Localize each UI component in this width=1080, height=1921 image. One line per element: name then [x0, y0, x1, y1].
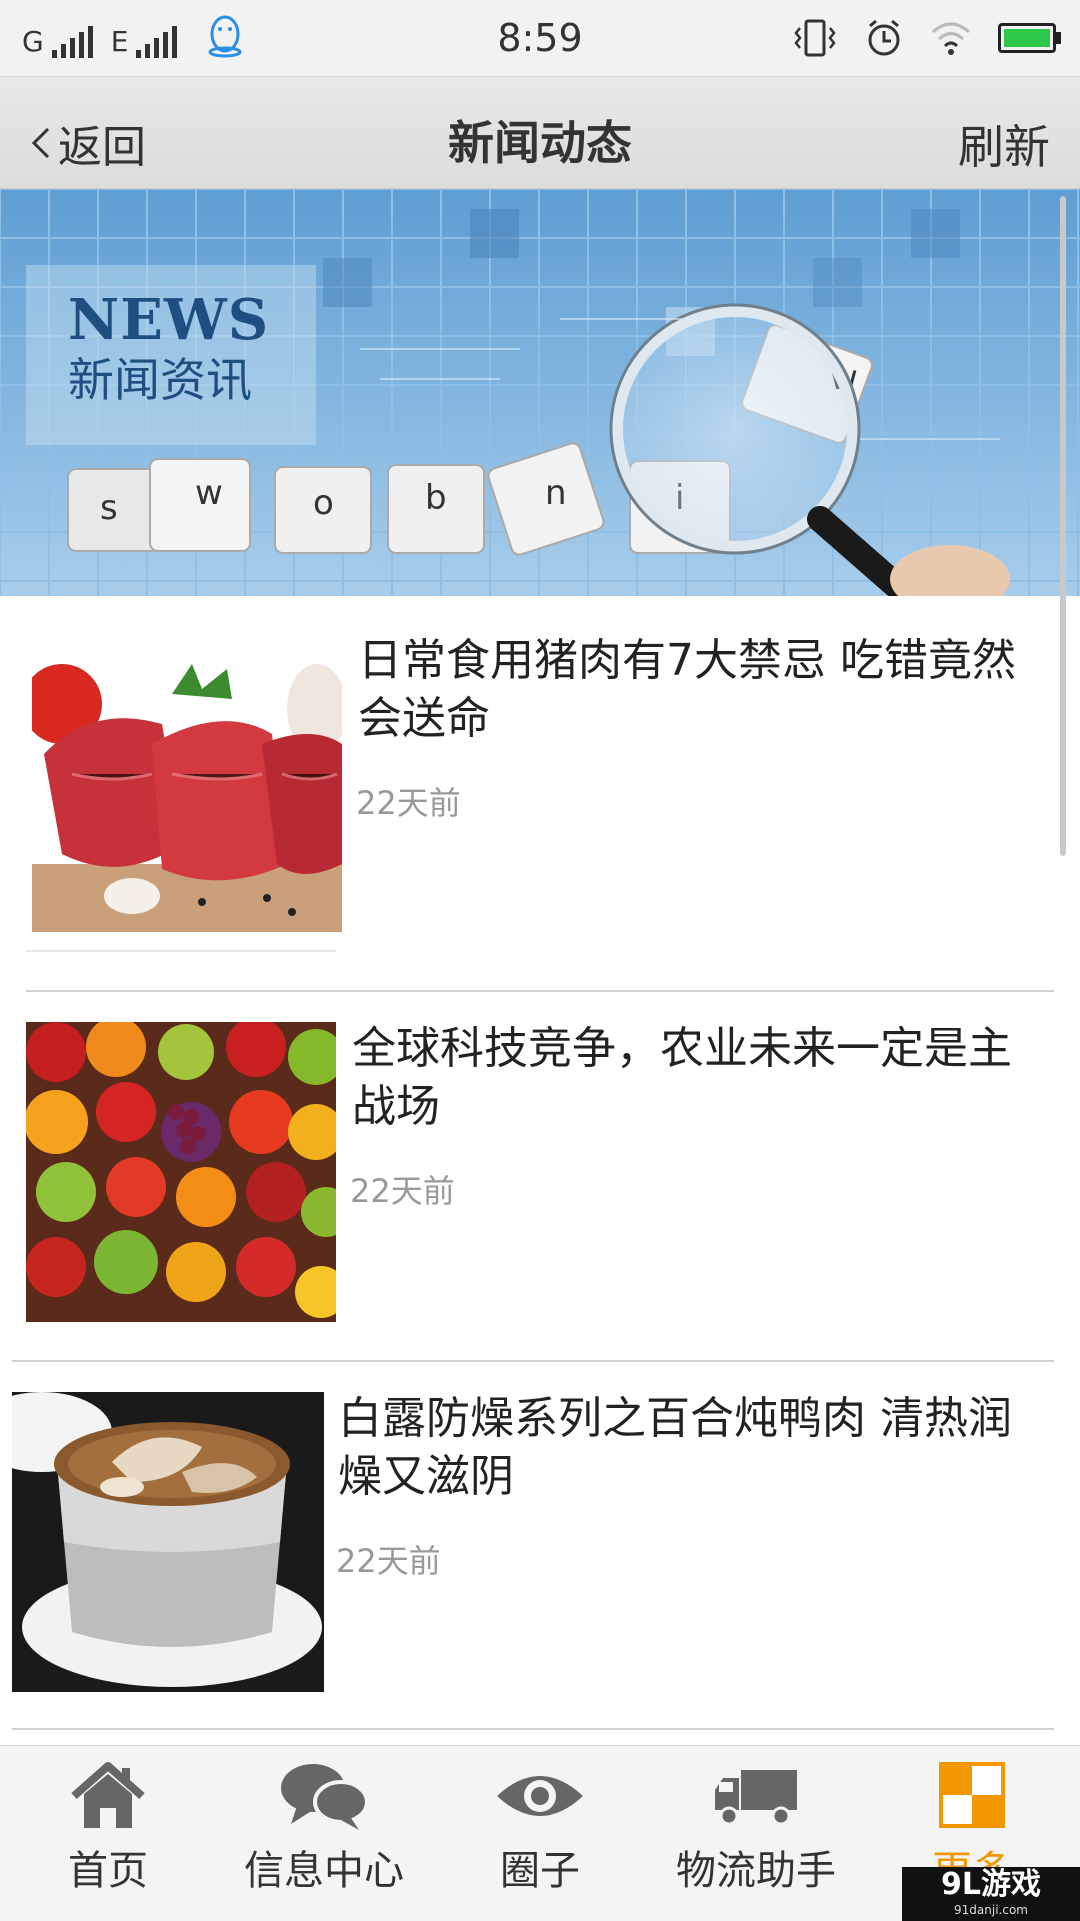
duck-soup-photo — [12, 1392, 324, 1692]
svg-text:b: b — [425, 478, 447, 518]
news-title[interactable]: 全球科技竞争，农业未来一定是主战场 — [352, 1020, 1052, 1136]
svg-text:w: w — [195, 473, 223, 513]
news-item[interactable]: 白露防燥系列之百合炖鸭肉 清热润燥又滋阴 22天前 — [0, 1362, 1080, 1727]
status-right — [792, 16, 1061, 60]
banner-heading-en: NEWS — [68, 287, 270, 353]
banner-heading-cn: 新闻资讯 — [68, 353, 252, 407]
refresh-button[interactable]: 刷新 — [958, 111, 1050, 177]
svg-text:o: o — [313, 483, 334, 523]
page-title: 新闻动态 — [448, 116, 632, 170]
divider — [12, 1728, 1054, 1730]
news-title[interactable]: 日常食用猪肉有7大禁忌 吃错竟然会送命 — [358, 632, 1048, 748]
watermark-brand: 9L游戏 — [941, 1867, 1041, 1902]
svg-text:n: n — [545, 473, 567, 513]
news-time: 22天前 — [336, 1542, 441, 1580]
nav-bar: 返回 新闻动态 刷新 — [0, 77, 1080, 189]
vibrate-icon — [794, 19, 836, 57]
news-item[interactable]: 全球科技竞争，农业未来一定是主战场 22天前 — [0, 992, 1080, 1360]
fruit-pile-photo — [26, 1022, 336, 1322]
more-grid-icon — [939, 1762, 1005, 1828]
watermark: 9L游戏 91danji.com — [902, 1867, 1080, 1921]
tab-logistics[interactable]: 物流助手 — [648, 1746, 864, 1921]
divider — [26, 950, 336, 952]
chat-bubbles-icon — [281, 1764, 369, 1830]
news-thumbnail-soup[interactable] — [12, 1392, 324, 1692]
status-bar: G E 8:59 — [0, 0, 1080, 77]
tab-label: 圈子 — [500, 1848, 580, 1894]
news-thumbnail-meat[interactable] — [32, 634, 342, 932]
news-item[interactable]: 日常食用猪肉有7大禁忌 吃错竟然会送命 22天前 — [0, 596, 1080, 991]
eye-icon — [497, 1776, 583, 1816]
news-time: 22天前 — [356, 784, 461, 822]
raw-meat-photo — [32, 634, 342, 932]
alarm-icon — [868, 19, 900, 56]
tab-label: 物流助手 — [676, 1848, 836, 1894]
watermark-site: 91danji.com — [954, 1903, 1028, 1917]
tab-circle[interactable]: 圈子 — [432, 1746, 648, 1921]
bottom-tab-bar: 首页 信息中心 圈子 物流助手 9L游戏 91danji.com — [0, 1745, 1080, 1921]
truck-icon — [715, 1770, 797, 1826]
tab-label: 信息中心 — [244, 1848, 404, 1894]
banner-label: NEWS 新闻资讯 — [26, 265, 316, 445]
news-title[interactable]: 白露防燥系列之百合炖鸭肉 清热润燥又滋阴 — [338, 1390, 1054, 1506]
tab-info-center[interactable]: 信息中心 — [216, 1746, 432, 1921]
home-icon — [71, 1762, 145, 1828]
news-time: 22天前 — [350, 1172, 455, 1210]
svg-text:s: s — [100, 488, 118, 528]
news-banner[interactable]: s w o b n i w NEWS 新闻资讯 — [0, 189, 1080, 596]
news-thumbnail-fruit[interactable] — [26, 1022, 336, 1322]
battery-icon — [998, 23, 1061, 53]
wifi-icon — [932, 22, 970, 55]
tab-label: 首页 — [68, 1848, 148, 1894]
tab-home[interactable]: 首页 — [0, 1746, 216, 1921]
